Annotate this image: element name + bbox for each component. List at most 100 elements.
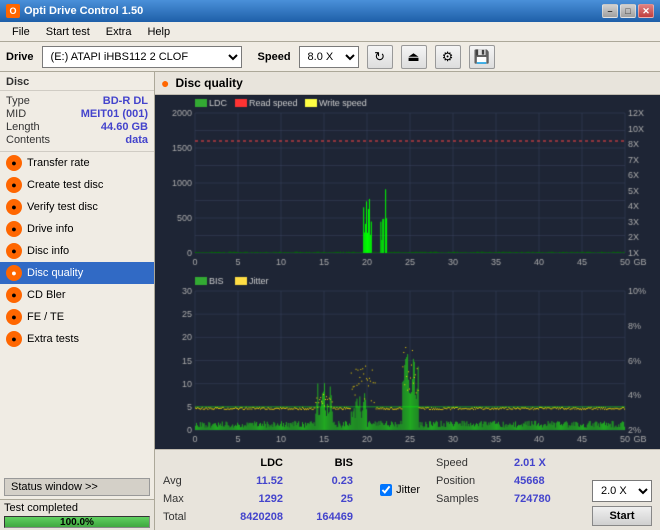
stats-total-row: Total 8420208 164469: [163, 508, 372, 526]
verify-test-disc-icon: ●: [6, 199, 22, 215]
status-window-button[interactable]: Status window >>: [4, 478, 150, 496]
transfer-rate-btn[interactable]: ● Transfer rate: [0, 152, 154, 174]
right-stats: Speed 2.01 X Position 45668 Samples 7247…: [436, 454, 584, 526]
type-value: BD-R DL: [103, 95, 148, 107]
verify-test-disc-label: Verify test disc: [27, 201, 98, 213]
stats-table: LDC BIS Avg 11.52 0.23 Max 1292 25 Total…: [163, 454, 372, 526]
create-test-disc-label: Create test disc: [27, 179, 103, 191]
settings-button[interactable]: ⚙: [435, 45, 461, 69]
speed-stat-value: 2.01 X: [514, 457, 584, 469]
test-completed-label: Test completed: [4, 502, 78, 514]
speed-label: Speed: [258, 51, 291, 63]
disc-info-section: Type BD-R DL MID MEIT01 (001) Length 44.…: [0, 91, 154, 152]
disc-info-btn[interactable]: ● Disc info: [0, 240, 154, 262]
menu-bar: File Start test Extra Help: [0, 22, 660, 42]
progress-text: 100.0%: [5, 517, 149, 529]
app-icon: O: [6, 4, 20, 18]
drive-info-btn[interactable]: ● Drive info: [0, 218, 154, 240]
total-ldc: 8420208: [213, 511, 283, 523]
bottom-chart: [155, 273, 660, 450]
progress-bar: 100.0%: [4, 516, 150, 528]
disc-quality-btn[interactable]: ● Disc quality: [0, 262, 154, 284]
save-button[interactable]: 💾: [469, 45, 495, 69]
drive-bar: Drive (E:) ATAPI iHBS112 2 CLOF Speed 8.…: [0, 42, 660, 72]
disc-quality-title: Disc quality: [175, 76, 242, 90]
type-label: Type: [6, 95, 30, 107]
samples-row: Samples 724780: [436, 490, 584, 508]
status-window-label: Status window >>: [11, 481, 98, 493]
speed-select[interactable]: 8.0 X: [299, 46, 359, 68]
samples-label: Samples: [436, 493, 506, 505]
jitter-area: Jitter: [380, 454, 420, 526]
samples-value: 724780: [514, 493, 584, 505]
stats-area: LDC BIS Avg 11.52 0.23 Max 1292 25 Total…: [155, 449, 660, 530]
transfer-rate-icon: ●: [6, 155, 22, 171]
jitter-checkbox[interactable]: [380, 484, 392, 496]
max-label: Max: [163, 493, 213, 505]
cd-bler-icon: ●: [6, 287, 22, 303]
menu-extra[interactable]: Extra: [98, 24, 140, 40]
contents-value: data: [125, 134, 148, 146]
cd-bler-btn[interactable]: ● CD Bler: [0, 284, 154, 306]
fe-te-icon: ●: [6, 309, 22, 325]
mid-value: MEIT01 (001): [81, 108, 148, 120]
create-test-disc-icon: ●: [6, 177, 22, 193]
title-bar-buttons: – □ ✕: [602, 4, 654, 18]
maximize-button[interactable]: □: [620, 4, 636, 18]
stats-header-ldc: LDC: [213, 457, 283, 469]
extra-tests-icon: ●: [6, 331, 22, 347]
contents-label: Contents: [6, 134, 50, 146]
sidebar: Disc Type BD-R DL MID MEIT01 (001) Lengt…: [0, 72, 155, 530]
drive-info-icon: ●: [6, 221, 22, 237]
cd-bler-label: CD Bler: [27, 289, 66, 301]
refresh-button[interactable]: ↻: [367, 45, 393, 69]
speed-row: Speed 2.01 X: [436, 454, 584, 472]
mid-label: MID: [6, 108, 26, 120]
content-area: ● Disc quality LDC BIS Avg: [155, 72, 660, 530]
avg-bis: 0.23: [283, 475, 353, 487]
bottom-chart-canvas: [155, 273, 660, 450]
avg-ldc: 11.52: [213, 475, 283, 487]
stats-max-row: Max 1292 25: [163, 490, 372, 508]
menu-start-test[interactable]: Start test: [38, 24, 98, 40]
verify-test-disc-btn[interactable]: ● Verify test disc: [0, 196, 154, 218]
extra-tests-label: Extra tests: [27, 333, 79, 345]
total-label: Total: [163, 511, 213, 523]
disc-info-label: Disc info: [27, 245, 69, 257]
disc-quality-icon: ●: [6, 265, 22, 281]
disc-section-label: Disc: [0, 72, 154, 91]
start-button[interactable]: Start: [592, 506, 652, 526]
minimize-button[interactable]: –: [602, 4, 618, 18]
eject-button[interactable]: ⏏: [401, 45, 427, 69]
menu-help[interactable]: Help: [139, 24, 178, 40]
menu-file[interactable]: File: [4, 24, 38, 40]
title-bar-left: O Opti Drive Control 1.50: [6, 4, 143, 18]
transfer-rate-label: Transfer rate: [27, 157, 90, 169]
create-test-disc-btn[interactable]: ● Create test disc: [0, 174, 154, 196]
stats-header-row: LDC BIS: [163, 454, 372, 472]
top-chart-canvas: [155, 95, 660, 273]
length-label: Length: [6, 121, 40, 133]
total-bis: 164469: [283, 511, 353, 523]
close-button[interactable]: ✕: [638, 4, 654, 18]
avg-label: Avg: [163, 475, 213, 487]
disc-quality-label: Disc quality: [27, 267, 83, 279]
jitter-label: Jitter: [396, 484, 420, 496]
speed-select2[interactable]: 2.0 X: [592, 480, 652, 502]
max-ldc: 1292: [213, 493, 283, 505]
title-bar: O Opti Drive Control 1.50 – □ ✕: [0, 0, 660, 22]
stats-avg-row: Avg 11.52 0.23: [163, 472, 372, 490]
drive-info-label: Drive info: [27, 223, 73, 235]
fe-te-label: FE / TE: [27, 311, 64, 323]
drive-select[interactable]: (E:) ATAPI iHBS112 2 CLOF: [42, 46, 242, 68]
disc-quality-header: ● Disc quality: [155, 72, 660, 95]
test-completed-bar: Test completed 100.0%: [0, 499, 154, 530]
fe-te-btn[interactable]: ● FE / TE: [0, 306, 154, 328]
position-row: Position 45668: [436, 472, 584, 490]
position-label: Position: [436, 475, 506, 487]
disc-info-icon: ●: [6, 243, 22, 259]
main-area: Disc Type BD-R DL MID MEIT01 (001) Lengt…: [0, 72, 660, 530]
start-btn-area: 2.0 X Start: [592, 454, 652, 526]
extra-tests-btn[interactable]: ● Extra tests: [0, 328, 154, 350]
disc-quality-header-icon: ●: [161, 75, 169, 91]
